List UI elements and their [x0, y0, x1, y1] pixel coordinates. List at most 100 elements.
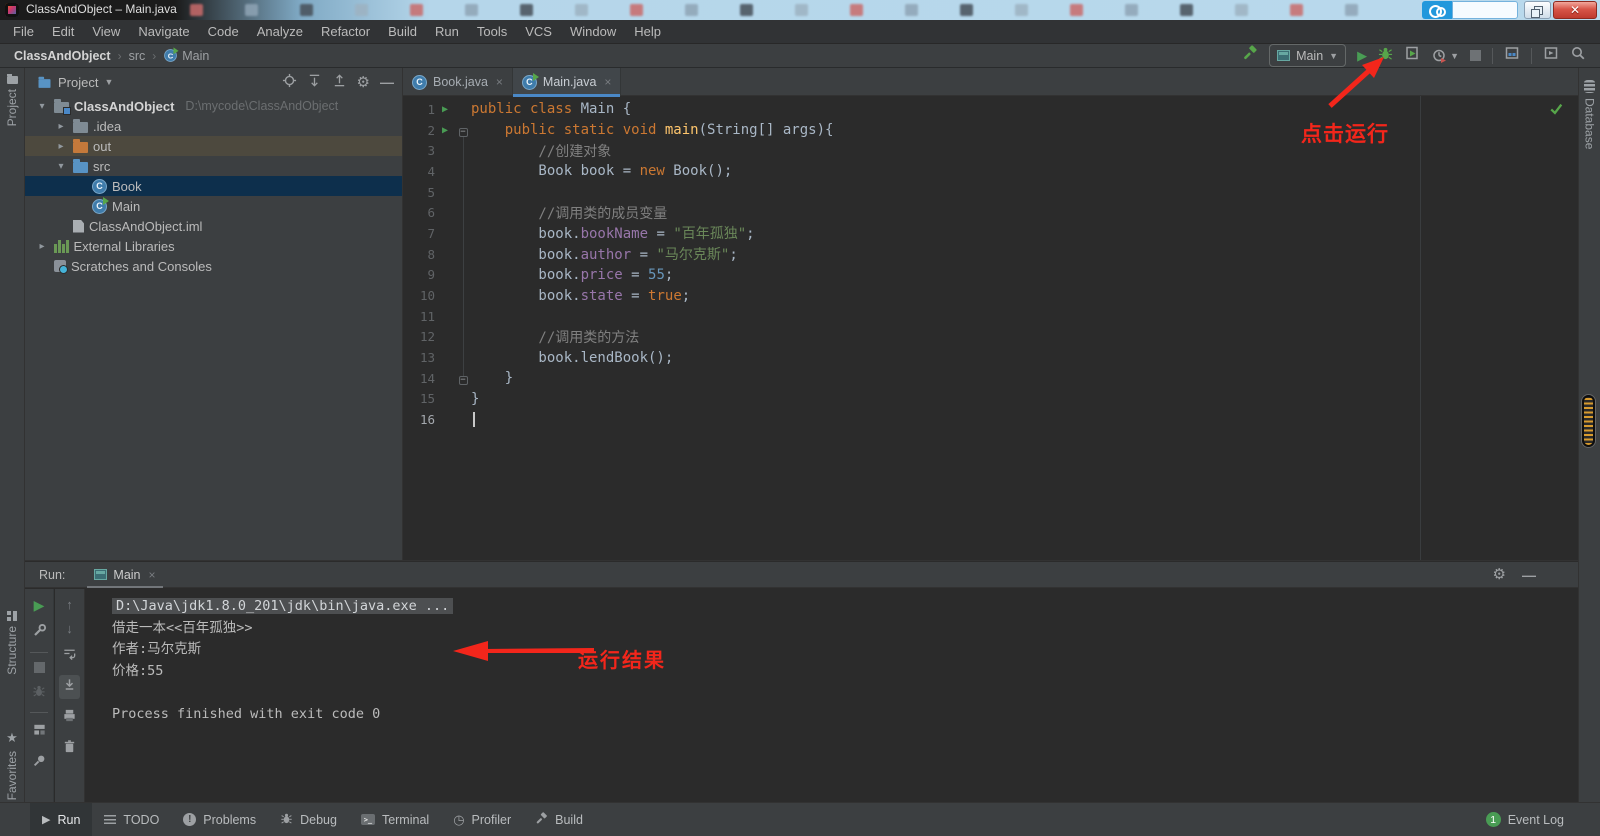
- close-icon[interactable]: ×: [496, 75, 503, 89]
- tree-expander-icon[interactable]: ▸: [35, 241, 49, 252]
- breadcrumb-item-classandobject[interactable]: ClassAndObject: [14, 49, 111, 63]
- hide-panel-button[interactable]: —: [380, 75, 394, 89]
- toolwindow-button-todo[interactable]: TODO: [92, 803, 171, 836]
- code-text: book.author = "马尔克斯";: [471, 244, 738, 264]
- run-anything-button[interactable]: [1543, 45, 1559, 66]
- tree-expander-icon[interactable]: ▾: [35, 101, 49, 112]
- tree-item-src[interactable]: ▾ src: [25, 156, 402, 176]
- toolwindow-button-profiler[interactable]: ◷Profiler: [441, 803, 523, 836]
- fold-box-icon[interactable]: −: [459, 128, 468, 137]
- collapse-all-button[interactable]: [332, 73, 347, 91]
- project-panel-title[interactable]: Project: [58, 75, 98, 90]
- line-number: 7: [403, 226, 435, 241]
- toolwindow-button-build[interactable]: Build: [523, 803, 595, 836]
- code-text: Book book = new Book();: [471, 163, 732, 179]
- code-text: book.lendBook();: [471, 350, 673, 366]
- rerun-button[interactable]: ▶: [34, 598, 45, 612]
- menu-item-help[interactable]: Help: [625, 22, 670, 41]
- run-configuration-select[interactable]: Main ▼: [1269, 44, 1346, 67]
- tree-item-classandobject-iml[interactable]: ClassAndObject.iml: [25, 216, 402, 236]
- overlay-input-box[interactable]: [1452, 1, 1518, 19]
- hide-run-panel-button[interactable]: —: [1522, 568, 1536, 582]
- profiler-button[interactable]: ▼: [1431, 48, 1459, 64]
- menu-item-code[interactable]: Code: [199, 22, 248, 41]
- chevron-down-icon[interactable]: ▼: [104, 77, 113, 87]
- menu-item-edit[interactable]: Edit: [43, 22, 83, 41]
- close-icon[interactable]: ×: [149, 568, 156, 582]
- scroll-indicator-capsule[interactable]: [1582, 395, 1595, 447]
- menu-item-window[interactable]: Window: [561, 22, 625, 41]
- toolwindow-button-debug[interactable]: Debug: [268, 803, 349, 836]
- toolwindow-button-project[interactable]: Project: [0, 76, 24, 126]
- breadcrumb-item-src[interactable]: src: [129, 49, 146, 63]
- scroll-to-end-button[interactable]: [59, 675, 80, 699]
- menu-item-view[interactable]: View: [83, 22, 129, 41]
- run-line-marker-icon[interactable]: ▶: [435, 125, 455, 136]
- tree-item-external-libraries[interactable]: ▸External Libraries: [25, 236, 402, 256]
- blurred-desktop-icon: [1235, 4, 1248, 16]
- console-settings-gear-icon[interactable]: ⚙: [1493, 567, 1506, 582]
- editor-tab-book-java[interactable]: Book.java×: [403, 68, 513, 96]
- window-restore-button[interactable]: [1524, 1, 1551, 19]
- tree-item-book[interactable]: Book: [25, 176, 402, 196]
- run-console-output[interactable]: D:\Java\jdk1.8.0_201\jdk\bin\java.exe ..…: [86, 589, 1578, 802]
- tree-expander-icon[interactable]: ▸: [54, 121, 68, 132]
- search-everywhere-button[interactable]: [1570, 45, 1586, 66]
- class-icon: [92, 179, 107, 194]
- tree-expander-icon[interactable]: ▾: [54, 161, 68, 172]
- code-line-2: 2▶− public static void main(String[] arg…: [403, 120, 1578, 141]
- console-wrench-icon[interactable]: [32, 623, 47, 643]
- tree-item-idea[interactable]: ▸.idea: [25, 116, 402, 136]
- fold-box-icon[interactable]: −: [459, 376, 468, 385]
- toolwindow-button-problems[interactable]: !Problems: [171, 803, 268, 836]
- editor-tab-main-java[interactable]: Main.java×: [513, 68, 622, 96]
- project-settings-gear-icon[interactable]: ⚙: [357, 75, 370, 90]
- print-button[interactable]: [62, 708, 77, 728]
- down-stack-trace-button[interactable]: ↓: [66, 622, 73, 635]
- toolwindow-button-structure[interactable]: Structure: [0, 611, 24, 675]
- window-close-button[interactable]: ✕: [1553, 1, 1597, 19]
- clear-console-trash-icon[interactable]: [62, 739, 77, 759]
- build-hammer-icon[interactable]: [1242, 45, 1258, 66]
- menu-item-refactor[interactable]: Refactor: [312, 22, 379, 41]
- pin-tab-button[interactable]: [32, 753, 47, 773]
- close-icon[interactable]: ×: [604, 75, 611, 89]
- menu-item-tools[interactable]: Tools: [468, 22, 516, 41]
- fold-marker-icon[interactable]: −: [455, 370, 471, 386]
- tree-expander-icon[interactable]: ▸: [54, 141, 68, 152]
- soft-wrap-button[interactable]: [62, 646, 77, 666]
- run-line-marker-icon[interactable]: ▶: [435, 104, 455, 115]
- tree-item-classandobject[interactable]: ▾ClassAndObjectD:\mycode\ClassAndObject: [25, 96, 402, 116]
- run-console-tab[interactable]: Main ×: [89, 562, 160, 588]
- cloud-app-icon[interactable]: [1422, 1, 1452, 19]
- up-stack-trace-button[interactable]: ↑: [66, 598, 73, 611]
- tree-item-label: src: [93, 159, 110, 174]
- tree-item-scratches-and-consoles[interactable]: Scratches and Consoles: [25, 256, 402, 276]
- breadcrumb-item-main[interactable]: Main: [182, 49, 209, 63]
- debug-button[interactable]: [1378, 46, 1393, 66]
- menu-item-run[interactable]: Run: [426, 22, 468, 41]
- tree-item-out[interactable]: ▸out: [25, 136, 402, 156]
- toolwindow-button-run[interactable]: ▶Run: [30, 803, 92, 836]
- run-with-coverage-button[interactable]: [1404, 45, 1420, 66]
- toolwindow-button-database[interactable]: Database: [1579, 80, 1600, 149]
- toolwindows-button[interactable]: [1504, 45, 1520, 66]
- inspection-ok-checkmark-icon[interactable]: [1549, 102, 1564, 121]
- event-log-button[interactable]: 1 Event Log: [1486, 812, 1564, 827]
- project-tool-window: Project ▼ ⚙ — ▾ClassAndObjectD:\mycode\C…: [25, 68, 403, 560]
- line-number: 14: [403, 371, 435, 386]
- run-button[interactable]: ▶: [1357, 49, 1367, 62]
- tree-item-main[interactable]: Main: [25, 196, 402, 216]
- expand-all-button[interactable]: [307, 73, 322, 91]
- code-editor[interactable]: 1▶public class Main {2▶− public static v…: [403, 96, 1578, 560]
- menu-item-file[interactable]: File: [4, 22, 43, 41]
- toolwindow-button-favorites[interactable]: ★ Favorites: [0, 730, 24, 800]
- menu-item-vcs[interactable]: VCS: [516, 22, 561, 41]
- restore-layout-button[interactable]: [32, 722, 47, 742]
- menu-item-build[interactable]: Build: [379, 22, 426, 41]
- menu-item-analyze[interactable]: Analyze: [248, 22, 312, 41]
- fold-marker-icon[interactable]: −: [455, 122, 471, 138]
- toolwindow-button-terminal[interactable]: >_Terminal: [349, 803, 441, 836]
- locate-file-button[interactable]: [282, 73, 297, 91]
- menu-item-navigate[interactable]: Navigate: [129, 22, 198, 41]
